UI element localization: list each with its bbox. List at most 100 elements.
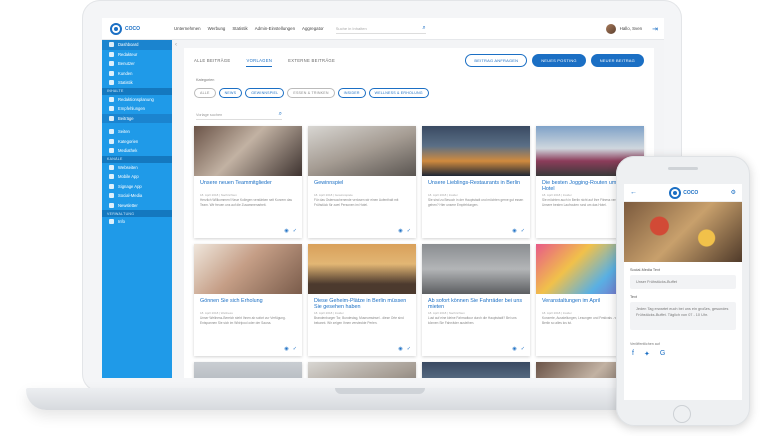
sidebar-item-kategorien[interactable]: Kategorien: [102, 137, 172, 147]
collapse-sidebar-icon[interactable]: ‹: [175, 42, 177, 48]
chip-essen-trinken[interactable]: ESSEN & TRINKEN: [287, 88, 335, 98]
global-search-input[interactable]: Suche in Inhalten: [336, 26, 367, 31]
chip-gewinnspiel[interactable]: GEWINNSPIEL: [245, 88, 285, 98]
sidebar-item-redaktionsplanung[interactable]: Redaktionsplanung: [102, 95, 172, 105]
social-text-field[interactable]: Unser Frühstücks-Buffet: [630, 275, 736, 289]
check-icon[interactable]: ✓: [293, 346, 297, 352]
eye-icon[interactable]: ◉: [512, 346, 516, 352]
template-card[interactable]: Unsere neuen Teammitglieder 18. April 20…: [194, 126, 302, 238]
global-search[interactable]: Suche in Inhalten ⌕: [335, 23, 426, 34]
search-icon[interactable]: ⌕: [279, 111, 282, 118]
card-title[interactable]: Gewinnspiel: [308, 176, 416, 192]
check-icon[interactable]: ✓: [407, 228, 411, 234]
app-logo[interactable]: COCO: [102, 22, 172, 35]
sidebar-item-label: Seiten: [118, 129, 130, 135]
sidebar-section-inhalte: INHALTE: [102, 87, 172, 95]
text-label: Text: [630, 295, 637, 299]
phone-screen: ← COCO ⚙ Social-Media Text Unser Frühstü…: [624, 184, 742, 400]
template-card[interactable]: [194, 362, 302, 378]
newsletter-icon: [109, 202, 114, 208]
template-card[interactable]: Gewinnspiel 18. April 2018 | Gewinnspiel…: [308, 126, 416, 238]
user-menu[interactable]: Hallo, Sven ⇥: [605, 23, 664, 34]
eye-icon[interactable]: ◉: [398, 346, 402, 352]
eye-icon[interactable]: ◉: [284, 346, 288, 352]
tab-vorlagen[interactable]: VORLAGEN: [246, 58, 273, 67]
sidebar-item-beitraege[interactable]: Beiträge: [102, 113, 172, 123]
sidebar-item-redakteur[interactable]: Redakteur: [102, 50, 172, 60]
card-actions: ◉✓: [284, 228, 297, 234]
info-icon: [109, 219, 114, 225]
eye-icon[interactable]: ◉: [284, 228, 288, 234]
google-icon[interactable]: G: [660, 350, 665, 358]
template-card[interactable]: Diese Geheim-Plätze in Berlin müssen Sie…: [308, 244, 416, 356]
facebook-icon[interactable]: f: [632, 350, 634, 358]
check-icon[interactable]: ✓: [521, 228, 525, 234]
nav-admin[interactable]: Admin-Einstellungen: [255, 26, 295, 31]
new-posting-button[interactable]: NEUES POSTING: [532, 54, 586, 67]
template-card[interactable]: [422, 362, 530, 378]
nav-unternehmen[interactable]: Unternehmen: [174, 26, 201, 31]
avatar[interactable]: [605, 23, 616, 34]
logo-text: COCO: [683, 189, 699, 196]
text-field[interactable]: Jeden Tag erwartet euch bei uns ein groß…: [630, 302, 736, 330]
sidebar-item-signage-app[interactable]: Signage App: [102, 182, 172, 192]
sidebar-item-dashboard[interactable]: Dashboard: [102, 40, 172, 50]
back-arrow-icon[interactable]: ←: [630, 189, 637, 196]
chip-wellness[interactable]: WELLNESS & ERHOLUNG: [368, 88, 429, 98]
eye-icon[interactable]: ◉: [512, 228, 516, 234]
check-icon[interactable]: ✓: [521, 346, 525, 352]
sidebar-item-webseiten[interactable]: Webseiten: [102, 163, 172, 173]
categories-label: Kategorien: [196, 78, 215, 82]
nav-aggregator[interactable]: Aggregator: [302, 26, 324, 31]
sidebar-item-mobile-app[interactable]: Mobile App: [102, 172, 172, 182]
template-grid-row-partial: [194, 362, 644, 378]
new-post-button[interactable]: NEUER BEITRAG: [590, 54, 644, 67]
card-title[interactable]: Gönnen Sie sich Erholung: [194, 294, 302, 310]
sidebar-item-empfehlungen[interactable]: Empfehlungen: [102, 104, 172, 114]
eye-icon[interactable]: ◉: [398, 228, 402, 234]
sidebar-item-mediathek[interactable]: Mediathek: [102, 146, 172, 156]
sidebar-item-info[interactable]: Info: [102, 217, 172, 227]
sidebar-section-kanale: KANÄLE: [102, 155, 172, 163]
chip-news[interactable]: NEWS: [218, 88, 243, 98]
request-post-button[interactable]: BEITRAG ANFRAGEN: [465, 54, 528, 67]
check-icon[interactable]: ✓: [407, 346, 411, 352]
search-icon[interactable]: ⌕: [422, 25, 425, 32]
tab-alle-beitraege[interactable]: ALLE BEITRÄGE: [194, 58, 230, 67]
sidebar: Dashboard Redakteur Benutzer Kunden Stat…: [102, 40, 172, 378]
phone-home-button[interactable]: [673, 405, 691, 423]
sidebar-item-statistik[interactable]: Statistik: [102, 78, 172, 88]
chip-alle[interactable]: ALLE: [194, 88, 216, 98]
card-text: Unser Wellness-Bereich steht Ihnen ab so…: [200, 316, 286, 325]
template-card[interactable]: Ab sofort können Sie Fahrräder bei uns m…: [422, 244, 530, 356]
laptop-screen: COCO Unternehmen Werbung Statistik Admin…: [102, 18, 664, 378]
card-title[interactable]: Diese Geheim-Plätze in Berlin müssen Sie…: [308, 294, 416, 310]
sidebar-item-newsletter[interactable]: Newsletter: [102, 201, 172, 211]
template-card[interactable]: Gönnen Sie sich Erholung 18. April 2018 …: [194, 244, 302, 356]
nav-werbung[interactable]: Werbung: [208, 26, 226, 31]
template-card[interactable]: Unsere Lieblings-Restaurants in Berlin 1…: [422, 126, 530, 238]
sidebar-item-kunden[interactable]: Kunden: [102, 69, 172, 79]
card-title[interactable]: Ab sofort können Sie Fahrräder bei uns m…: [422, 294, 530, 310]
logout-icon[interactable]: ⇥: [652, 25, 658, 33]
card-image: [422, 126, 530, 176]
phone-frame: ← COCO ⚙ Social-Media Text Unser Frühstü…: [616, 156, 750, 426]
publish-label: Veröffentlichen auf: [630, 342, 660, 346]
card-title[interactable]: Unsere neuen Teammitglieder: [194, 176, 302, 192]
sidebar-item-seiten[interactable]: Seiten: [102, 127, 172, 137]
template-card[interactable]: [308, 362, 416, 378]
card-actions: ◉✓: [512, 228, 525, 234]
sidebar-item-label: Mobile App: [118, 174, 139, 180]
chip-insider[interactable]: INSIDER: [337, 88, 366, 98]
card-image: [308, 362, 416, 378]
sidebar-item-benutzer[interactable]: Benutzer: [102, 59, 172, 69]
template-search[interactable]: Vorlage suchen ⌕: [196, 110, 282, 120]
card-title[interactable]: Unsere Lieblings-Restaurants in Berlin: [422, 176, 530, 192]
check-icon[interactable]: ✓: [293, 228, 297, 234]
sidebar-item-social-media[interactable]: Social-Media: [102, 191, 172, 201]
twitter-icon[interactable]: ✦: [644, 350, 650, 358]
tab-externe-beitraege[interactable]: EXTERNE BEITRÄGE: [288, 58, 335, 67]
nav-statistik[interactable]: Statistik: [232, 26, 247, 31]
settings-icon[interactable]: ⚙: [731, 189, 736, 196]
template-search-input[interactable]: Vorlage suchen: [196, 113, 222, 117]
